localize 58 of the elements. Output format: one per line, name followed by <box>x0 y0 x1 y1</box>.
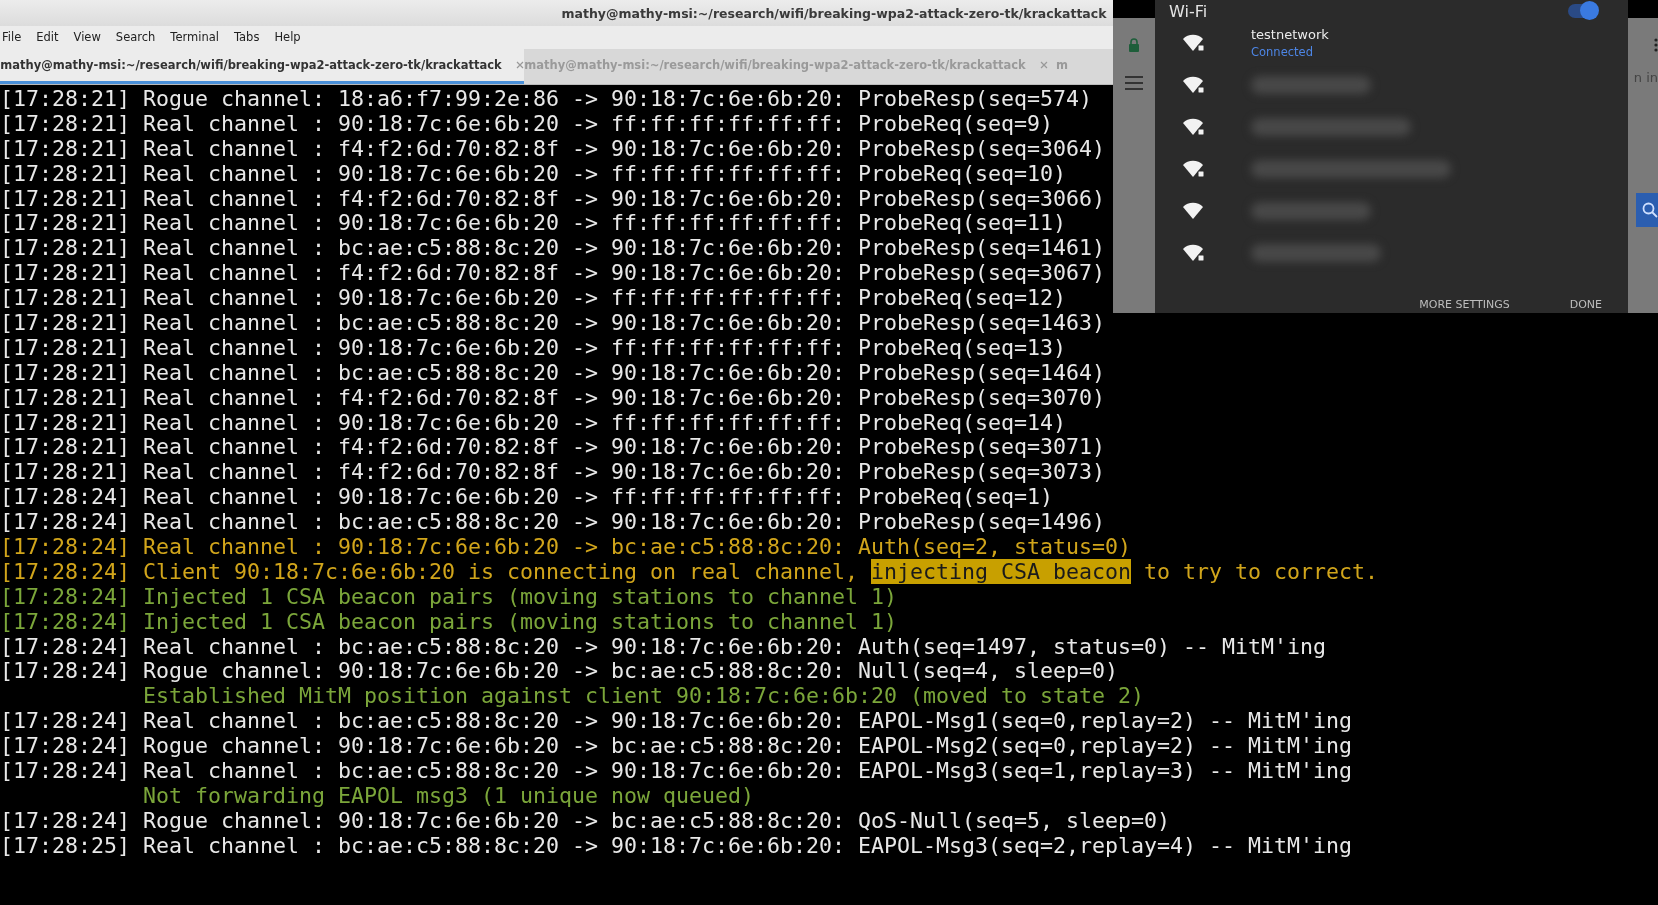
menu-icon[interactable] <box>1125 76 1143 90</box>
panel-button[interactable]: MORE SETTINGS <box>1419 298 1510 311</box>
terminal-line: [17:28:21] Real channel : 90:18:7c:6e:6b:20 -> ff:ff:ff:ff:ff:ff: ProbeReq(seq=13) <box>0 335 1067 361</box>
terminal-line: Not forwarding EAPOL msg3 (1 unique now queued) <box>142 783 755 809</box>
menu-item[interactable]: File <box>2 30 22 44</box>
terminal-line: [17:28:21] Real channel : f4:f2:6d:70:82:8f -> 90:18:7c:6e:6b:20: ProbeResp(seq=3067) <box>0 261 1106 287</box>
menu-item[interactable]: Help <box>274 30 301 44</box>
panel-button[interactable]: DONE <box>1569 298 1602 311</box>
search-button[interactable] <box>1636 193 1658 227</box>
terminal-line: [17:28:24] Rogue channel: 90:18:7c:6e:6b:20 -> bc:ae:c5:88:8c:20: EAPOL-Msg2(seq=0,replay=2) -- MitM'ing <box>0 734 1353 760</box>
wifi-toggle[interactable] <box>1568 4 1596 18</box>
network-status: Connected <box>1251 45 1314 59</box>
terminal-line: [17:28:21] Real channel : 90:18:7c:6e:6b:20 -> ff:ff:ff:ff:ff:ff: ProbeReq(seq=12) <box>0 286 1067 311</box>
window-tab[interactable]: mathy@mathy-msi:~/research/wifi/breaking-wpa2-attack-zero-tk/krackattack <box>0 49 524 84</box>
terminal-line: [17:28:24] Real channel : bc:ae:c5:88:8c:20 -> 90:18:7c:6e:6b:20: Auth(seq=1497, status=0) -- MitM'ing <box>0 634 1327 660</box>
terminal-line: [17:28:21] Real channel : bc:ae:c5:88:8c:20 -> 90:18:7c:6e:6b:20: ProbeResp(seq=1464) <box>0 360 1106 386</box>
terminal-line: Established MitM position against client 90:18:7c:6e:6b:20 (moved to state 2) <box>142 684 1145 710</box>
more-icon[interactable] <box>1654 38 1658 52</box>
terminal-line: [17:28:24] Injected 1 CSA beacon pairs (moving stations to channel 1) <box>0 584 898 610</box>
terminal-line: [17:28:21] Real channel : f4:f2:6d:70:82:8f -> 90:18:7c:6e:6b:20: ProbeResp(seq=3064) <box>0 136 1106 162</box>
terminal-line: [17:28:21] Rogue channel: 18:a6:f7:99:2e:86 -> 90:18:7c:6e:6b:20: ProbeResp(seq=574) <box>0 87 1093 112</box>
close-icon[interactable] <box>515 61 524 69</box>
terminal-line: [17:28:24] Injected 1 CSA beacon pairs (moving stations to channel 1) <box>0 609 898 635</box>
terminal-line: [17:28:24] Real channel : bc:ae:c5:88:8c:20 -> 90:18:7c:6e:6b:20: EAPOL-Msg3(seq=1,replay=3) -- MitM'ing <box>0 759 1353 784</box>
menu-item[interactable]: Terminal <box>170 30 219 44</box>
terminal-line: [17:28:24] Client 90:18:7c:6e:6b:20 is connecting on real channel, injecting CSA beacon to try to correct. <box>0 559 1379 585</box>
blurred-network-name[interactable] <box>1251 160 1451 178</box>
terminal-line: [17:28:21] Real channel : f4:f2:6d:70:82:8f -> 90:18:7c:6e:6b:20: ProbeResp(seq=3071) <box>0 435 1106 461</box>
terminal-line: [17:28:21] Real channel : f4:f2:6d:70:82:8f -> 90:18:7c:6e:6b:20: ProbeResp(seq=3070) <box>0 385 1106 411</box>
terminal-line: [17:28:24] Real channel : 90:18:7c:6e:6b:20 -> bc:ae:c5:88:8c:20: Auth(seq=2, status=0) <box>0 535 1132 560</box>
window-title: mathy@mathy-msi:~/research/wifi/breaking-wpa2-attack-zero-tk/krackattack <box>560 5 1107 21</box>
blurred-network-name[interactable] <box>1251 202 1371 220</box>
terminal-line: [17:28:21] Real channel : 90:18:7c:6e:6b:20 -> ff:ff:ff:ff:ff:ff: ProbeReq(seq=10) <box>0 161 1067 187</box>
search-icon <box>1642 202 1658 218</box>
terminal-line: [17:28:24] Rogue channel: 90:18:7c:6e:6b:20 -> bc:ae:c5:88:8c:20: Null(seq=4, sleep=0) <box>0 659 1119 685</box>
menu-item[interactable]: Tabs <box>233 30 260 44</box>
menu-item[interactable]: Edit <box>36 30 59 44</box>
terminal-line: [17:28:21] Real channel : 90:18:7c:6e:6b:20 -> ff:ff:ff:ff:ff:ff: ProbeReq(seq=14) <box>0 410 1067 436</box>
network-name[interactable]: testnetwork <box>1251 27 1329 42</box>
terminal-line: [17:28:24] Real channel : 90:18:7c:6e:6b:20 -> ff:ff:ff:ff:ff:ff: ProbeReq(seq=1) <box>0 485 1054 511</box>
blurred-network-name[interactable] <box>1251 118 1411 136</box>
menu-item[interactable]: View <box>73 30 101 44</box>
lock-icon <box>1128 38 1140 52</box>
menu-item[interactable]: Search <box>115 30 156 44</box>
terminal-line: [17:28:21] Real channel : 90:18:7c:6e:6b:20 -> ff:ff:ff:ff:ff:ff: ProbeReq(seq=11) <box>0 211 1067 237</box>
terminal-line: [17:28:21] Real channel : bc:ae:c5:88:8c:20 -> 90:18:7c:6e:6b:20: ProbeResp(seq=1463) <box>0 311 1106 336</box>
terminal-line: [17:28:24] Real channel : bc:ae:c5:88:8c:20 -> 90:18:7c:6e:6b:20: EAPOL-Msg1(seq=0,replay=2) -- MitM'ing <box>0 709 1353 735</box>
close-icon[interactable] <box>1039 61 1048 69</box>
terminal-line: [17:28:24] Rogue channel: 90:18:7c:6e:6b:20 -> bc:ae:c5:88:8c:20: QoS-Null(seq=5, sleep=0) <box>0 808 1171 834</box>
terminal-line: [17:28:21] Real channel : 90:18:7c:6e:6b:20 -> ff:ff:ff:ff:ff:ff: ProbeReq(seq=9) <box>0 111 1054 137</box>
panel-title: Wi-Fi <box>1169 1 1208 21</box>
terminal-line: [17:28:25] Real channel : bc:ae:c5:88:8c:20 -> 90:18:7c:6e:6b:20: EAPOL-Msg3(seq=2,replay=4) -- MitM'ing <box>0 833 1353 859</box>
blurred-network-name[interactable] <box>1251 244 1381 262</box>
terminal-line: [17:28:21] Real channel : bc:ae:c5:88:8c:20 -> 90:18:7c:6e:6b:20: ProbeResp(seq=1461) <box>0 236 1106 262</box>
blurred-network-name[interactable] <box>1251 76 1371 94</box>
terminal-line: [17:28:21] Real channel : f4:f2:6d:70:82:8f -> 90:18:7c:6e:6b:20: ProbeResp(seq=3073) <box>0 460 1106 486</box>
terminal-line: [17:28:24] Real channel : bc:ae:c5:88:8c:20 -> 90:18:7c:6e:6b:20: ProbeResp(seq=1496) <box>0 510 1106 536</box>
terminal-line: [17:28:21] Real channel : f4:f2:6d:70:82:8f -> 90:18:7c:6e:6b:20: ProbeResp(seq=3066) <box>0 186 1106 212</box>
